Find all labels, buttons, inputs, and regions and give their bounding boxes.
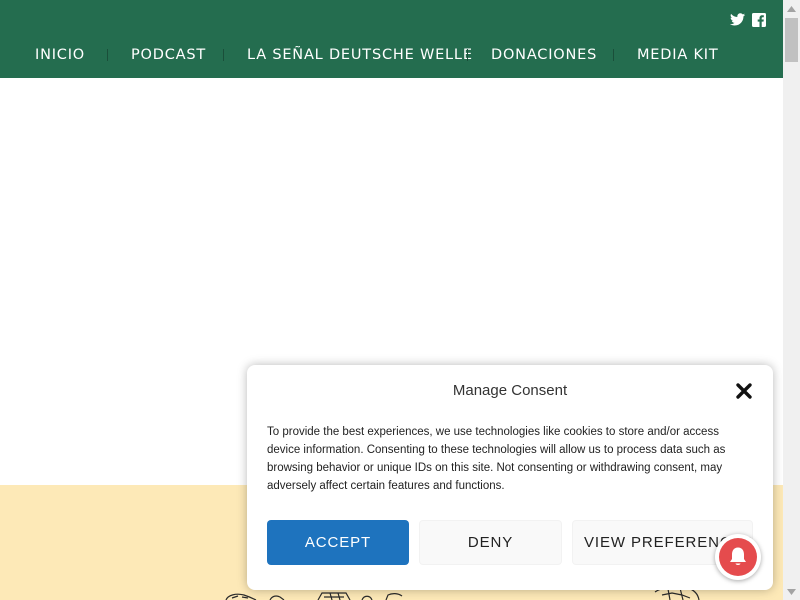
nav-item-la-senal[interactable]: LA SEÑAL DEUTSCHE WELLE	[247, 47, 473, 63]
consent-message: To provide the best experiences, we use …	[267, 426, 726, 492]
deny-button[interactable]: DENY	[419, 520, 562, 565]
page-scrollbar[interactable]	[783, 0, 800, 600]
main-nav: INICIO PODCAST LA SEÑAL DEUTSCHE WELLE D…	[0, 44, 783, 66]
top-navigation-bar: INICIO PODCAST LA SEÑAL DEUTSCHE WELLE D…	[0, 0, 783, 78]
twitter-icon[interactable]	[730, 12, 745, 27]
notification-bell-button[interactable]	[715, 534, 761, 580]
nav-separator	[467, 49, 468, 61]
nav-separator	[107, 49, 108, 61]
facebook-icon[interactable]	[751, 12, 766, 27]
nav-item-podcast[interactable]: PODCAST	[131, 47, 206, 63]
consent-dialog: Manage Consent To provide the best exper…	[247, 365, 773, 590]
nav-separator	[613, 49, 614, 61]
close-icon[interactable]	[734, 381, 754, 401]
scroll-up-arrow-icon[interactable]	[783, 0, 800, 17]
nav-item-donaciones[interactable]: DONACIONES	[491, 47, 597, 63]
consent-title: Manage Consent	[452, 382, 568, 399]
nav-item-media-kit[interactable]: MEDIA KIT	[637, 47, 718, 63]
accept-button[interactable]: ACCEPT	[267, 520, 409, 565]
bell-icon	[719, 538, 757, 576]
nav-item-inicio[interactable]: INICIO	[35, 47, 85, 63]
scroll-down-arrow-icon[interactable]	[783, 583, 800, 600]
scroll-thumb[interactable]	[785, 18, 798, 62]
nav-separator	[223, 49, 224, 61]
social-links	[730, 12, 766, 27]
